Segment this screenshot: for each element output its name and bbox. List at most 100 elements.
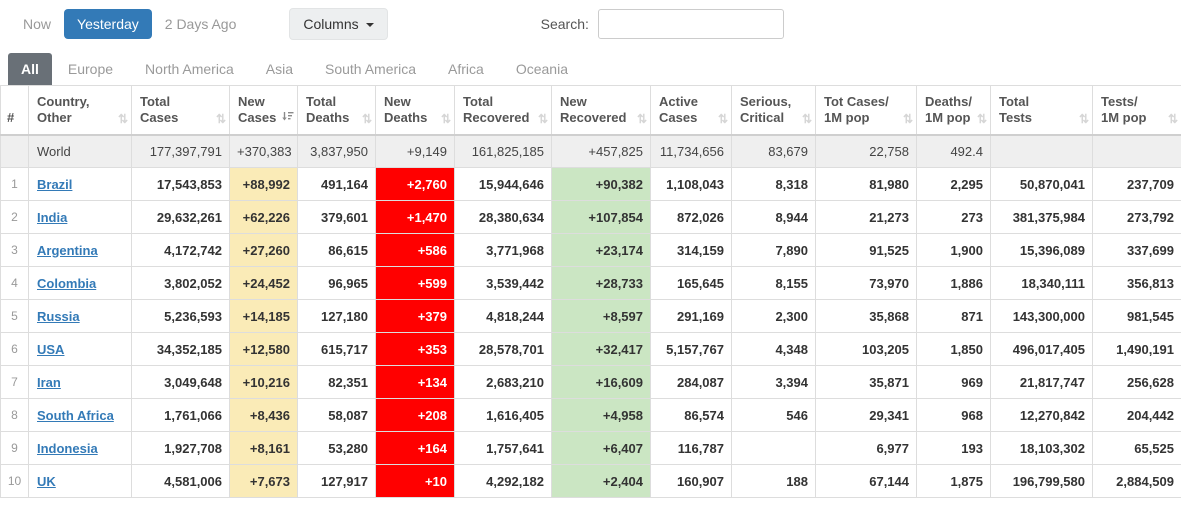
total-deaths-cell: 491,164 <box>297 167 376 201</box>
new-deaths-cell: +1,470 <box>375 200 455 234</box>
header-row: # Country, Other ⇅ Total Cases ⇅ New Cases Tot… <box>0 85 1181 136</box>
sort-descending-icon <box>281 110 294 125</box>
column-header-new-cases[interactable]: New Cases <box>229 85 298 136</box>
column-header-deaths-1m[interactable]: Deaths/ 1M pop ⇅ <box>916 85 991 136</box>
deaths-1m-cell: 968 <box>916 398 991 432</box>
deaths-1m-cell: 1,900 <box>916 233 991 267</box>
rank-cell: 7 <box>0 365 29 399</box>
total-cases-cell: 29,632,261 <box>131 200 230 234</box>
tests-1m-cell: 337,699 <box>1092 233 1181 267</box>
time-tab-2-days-ago[interactable]: 2 Days Ago <box>152 9 250 39</box>
tests-1m-cell <box>1092 134 1181 168</box>
column-header-new-deaths[interactable]: New Deaths ⇅ <box>375 85 455 136</box>
new-deaths-cell: +134 <box>375 365 455 399</box>
world-row: World 177,397,791 +370,383 3,837,950 +9,149 1… <box>0 134 1181 168</box>
total-tests-cell: 143,300,000 <box>990 299 1093 333</box>
active-cases-cell: 291,169 <box>650 299 732 333</box>
active-cases-cell: 11,734,656 <box>650 134 732 168</box>
new-recovered-cell: +32,417 <box>551 332 651 366</box>
country-link[interactable]: India <box>37 210 67 225</box>
country-cell: Russia <box>28 299 132 333</box>
active-cases-cell: 5,157,767 <box>650 332 732 366</box>
country-link[interactable]: USA <box>37 342 64 357</box>
column-header-total-recovered[interactable]: Total Recovered ⇅ <box>454 85 552 136</box>
deaths-1m-cell: 1,850 <box>916 332 991 366</box>
tot-cases-1m-cell: 67,144 <box>815 464 917 498</box>
tests-1m-cell: 65,525 <box>1092 431 1181 465</box>
country-link[interactable]: Argentina <box>37 243 98 258</box>
new-recovered-cell: +107,854 <box>551 200 651 234</box>
serious-critical-cell: 8,155 <box>731 266 816 300</box>
column-label: Total Cases <box>140 94 179 126</box>
country-link[interactable]: Indonesia <box>37 441 98 456</box>
column-label: Total Tests <box>999 94 1032 126</box>
tot-cases-1m-cell: 21,273 <box>815 200 917 234</box>
deaths-1m-cell: 492.4 <box>916 134 991 168</box>
tab-asia[interactable]: Asia <box>250 53 309 85</box>
column-header-serious-critical[interactable]: Serious, Critical ⇅ <box>731 85 816 136</box>
tot-cases-1m-cell: 91,525 <box>815 233 917 267</box>
tests-1m-cell: 356,813 <box>1092 266 1181 300</box>
country-link[interactable]: South Africa <box>37 408 114 423</box>
serious-critical-cell <box>731 431 816 465</box>
tab-oceania[interactable]: Oceania <box>500 53 584 85</box>
column-header-rank: # <box>0 85 29 136</box>
total-recovered-cell: 3,771,968 <box>454 233 552 267</box>
column-header-new-recovered[interactable]: New Recovered ⇅ <box>551 85 651 136</box>
column-label: Serious, Critical <box>740 94 792 126</box>
time-tab-yesterday[interactable]: Yesterday <box>64 8 152 39</box>
column-label: Deaths/ 1M pop <box>925 94 972 126</box>
total-tests-cell: 496,017,405 <box>990 332 1093 366</box>
total-tests-cell: 196,799,580 <box>990 464 1093 498</box>
time-tab-now[interactable]: Now <box>10 9 64 39</box>
new-cases-cell: +62,226 <box>229 200 298 234</box>
new-cases-cell: +370,383 <box>229 134 298 168</box>
total-deaths-cell: 82,351 <box>297 365 376 399</box>
column-label: New Deaths <box>384 94 428 126</box>
table-row: 1 Brazil 17,543,853 +88,992 491,164 +2,760 15,… <box>0 167 1181 201</box>
country-link[interactable]: UK <box>37 474 56 489</box>
total-cases-cell: 4,581,006 <box>131 464 230 498</box>
new-cases-cell: +12,580 <box>229 332 298 366</box>
country-link[interactable]: Brazil <box>37 177 72 192</box>
table-body: World 177,397,791 +370,383 3,837,950 +9,149 1… <box>0 134 1181 498</box>
columns-dropdown-button[interactable]: Columns <box>289 7 388 40</box>
tab-all[interactable]: All <box>8 53 52 85</box>
tests-1m-cell: 1,490,191 <box>1092 332 1181 366</box>
total-deaths-cell: 615,717 <box>297 332 376 366</box>
tab-africa[interactable]: Africa <box>432 53 500 85</box>
column-header-total-cases[interactable]: Total Cases ⇅ <box>131 85 230 136</box>
country-link[interactable]: Russia <box>37 309 80 324</box>
country-cell: World <box>28 134 132 168</box>
active-cases-cell: 314,159 <box>650 233 732 267</box>
new-recovered-cell: +90,382 <box>551 167 651 201</box>
column-header-total-tests[interactable]: Total Tests ⇅ <box>990 85 1093 136</box>
column-header-active-cases[interactable]: Active Cases ⇅ <box>650 85 732 136</box>
country-link[interactable]: Iran <box>37 375 61 390</box>
active-cases-cell: 165,645 <box>650 266 732 300</box>
search-input[interactable] <box>597 8 784 39</box>
total-recovered-cell: 4,818,244 <box>454 299 552 333</box>
table-row: 8 South Africa 1,761,066 +8,436 58,087 +208 1,… <box>0 398 1181 432</box>
country-cell: Iran <box>28 365 132 399</box>
total-tests-cell: 21,817,747 <box>990 365 1093 399</box>
total-recovered-cell: 1,616,405 <box>454 398 552 432</box>
columns-button-label: Columns <box>303 15 359 32</box>
total-cases-cell: 1,927,708 <box>131 431 230 465</box>
new-deaths-cell: +586 <box>375 233 455 267</box>
column-header-tests-1m[interactable]: Tests/ 1M pop ⇅ <box>1092 85 1181 136</box>
sort-icon: ⇅ <box>440 111 451 126</box>
country-link[interactable]: Colombia <box>37 276 96 291</box>
new-recovered-cell: +28,733 <box>551 266 651 300</box>
column-header-tot-cases-1m[interactable]: Tot Cases/ 1M pop ⇅ <box>815 85 917 136</box>
tab-south-america[interactable]: South America <box>309 53 432 85</box>
sort-icon: ⇅ <box>1078 111 1089 126</box>
tab-north-america[interactable]: North America <box>129 53 250 85</box>
tab-europe[interactable]: Europe <box>52 53 129 85</box>
total-deaths-cell: 58,087 <box>297 398 376 432</box>
serious-critical-cell: 188 <box>731 464 816 498</box>
column-header-country[interactable]: Country, Other ⇅ <box>28 85 132 136</box>
column-header-total-deaths[interactable]: Total Deaths ⇅ <box>297 85 376 136</box>
active-cases-cell: 284,087 <box>650 365 732 399</box>
active-cases-cell: 160,907 <box>650 464 732 498</box>
